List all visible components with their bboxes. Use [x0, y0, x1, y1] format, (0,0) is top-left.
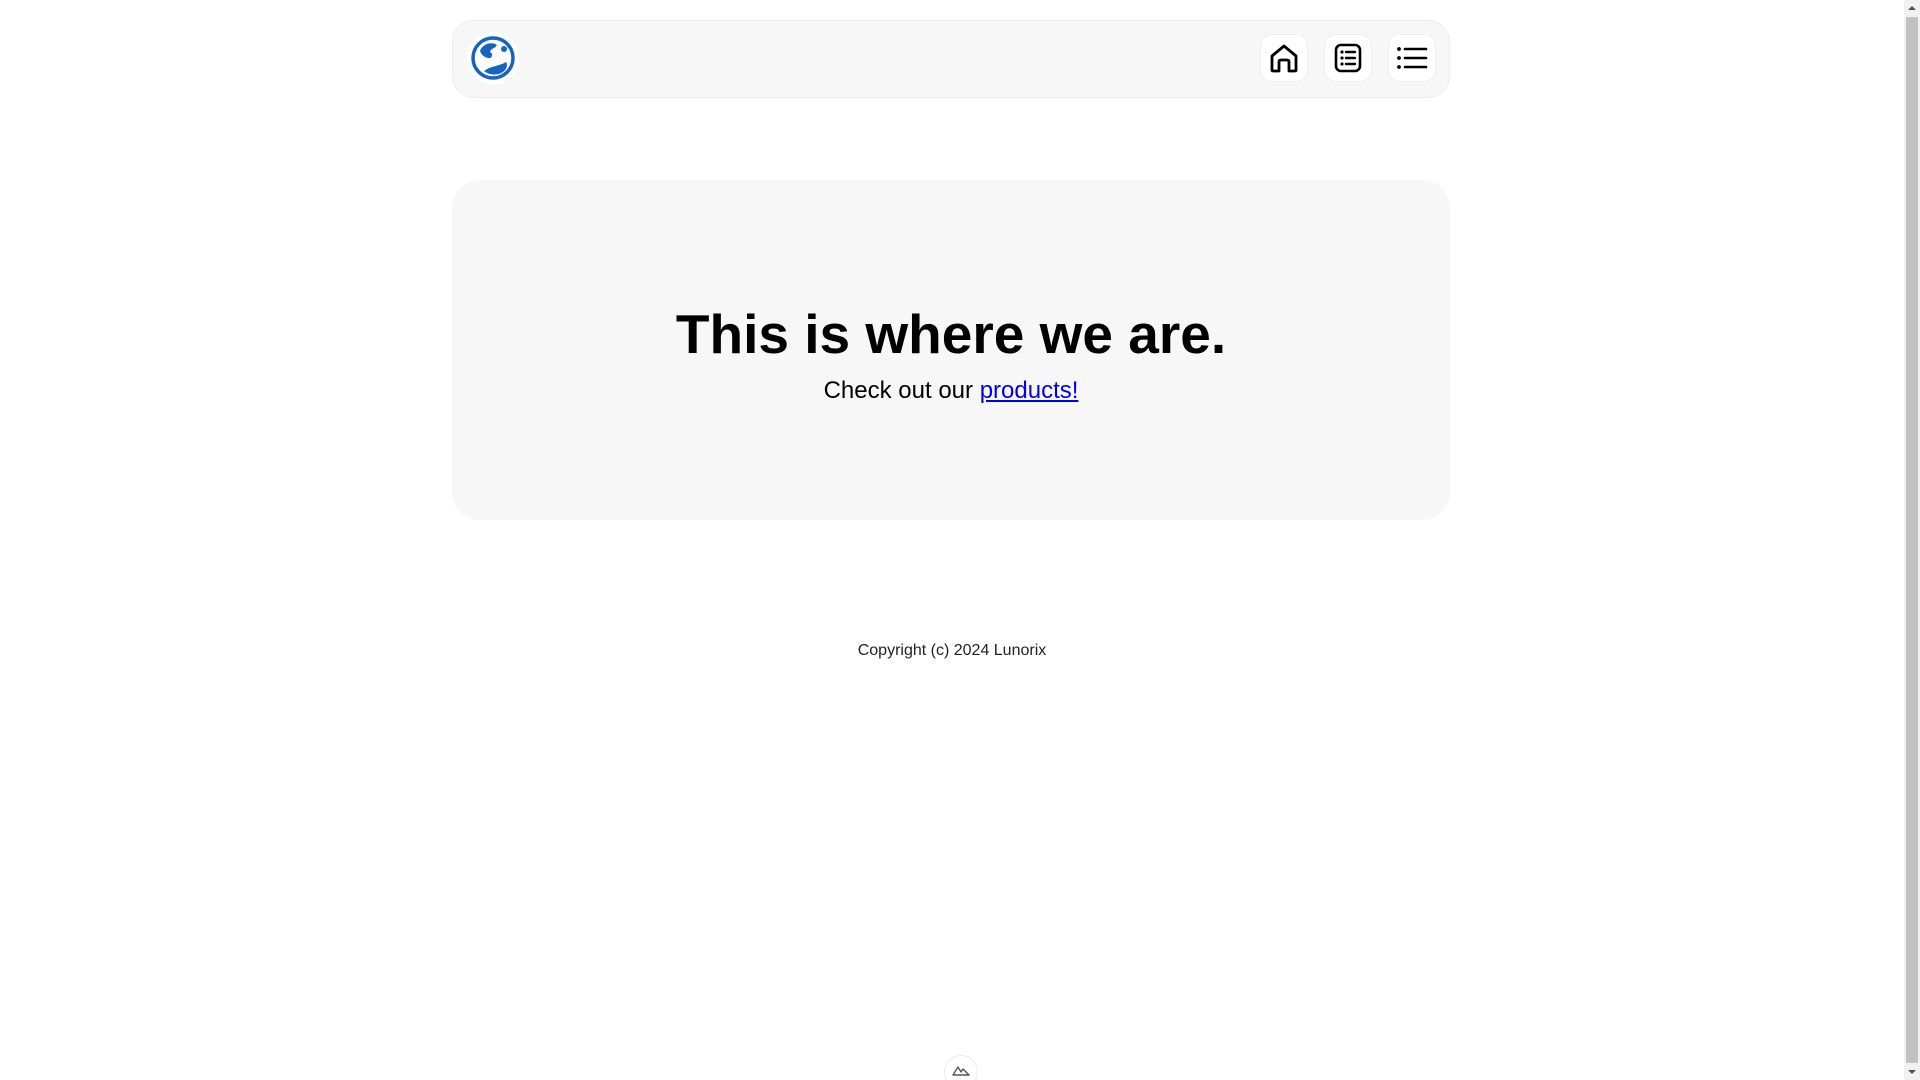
hero-subtitle: Check out our products! [452, 376, 1450, 406]
chevron-up-icon [1908, 6, 1916, 10]
document-list-icon [1334, 43, 1362, 73]
site-logo[interactable] [467, 32, 519, 84]
menu-list-icon [1397, 47, 1428, 69]
chevron-down-icon [1908, 1070, 1916, 1074]
globe-logo-icon [471, 36, 515, 80]
top-header [452, 20, 1450, 98]
products-link[interactable]: products! [980, 377, 1079, 404]
scroll-thumb[interactable] [1906, 17, 1918, 1063]
vertical-scrollbar[interactable] [1904, 0, 1920, 1080]
documents-button[interactable] [1324, 34, 1372, 82]
home-icon [1270, 44, 1298, 73]
floating-badge[interactable] [944, 1055, 978, 1080]
scroll-down-arrow[interactable] [1904, 1064, 1920, 1080]
browser-viewport: This is where we are. Check out our prod… [0, 0, 1920, 1080]
page: This is where we are. Check out our prod… [0, 0, 1904, 1080]
home-button[interactable] [1260, 34, 1308, 82]
hero-title: This is where we are. [675, 303, 1227, 365]
footer-copyright: Copyright (c) 2024 Lunorix [857, 642, 1047, 659]
mountain-icon [952, 1066, 970, 1076]
hero-subtitle-text: Check out our [823, 377, 980, 404]
hero-card: This is where we are. Check out our prod… [452, 180, 1450, 520]
menu-button[interactable] [1388, 34, 1436, 82]
scroll-up-arrow[interactable] [1904, 0, 1920, 16]
